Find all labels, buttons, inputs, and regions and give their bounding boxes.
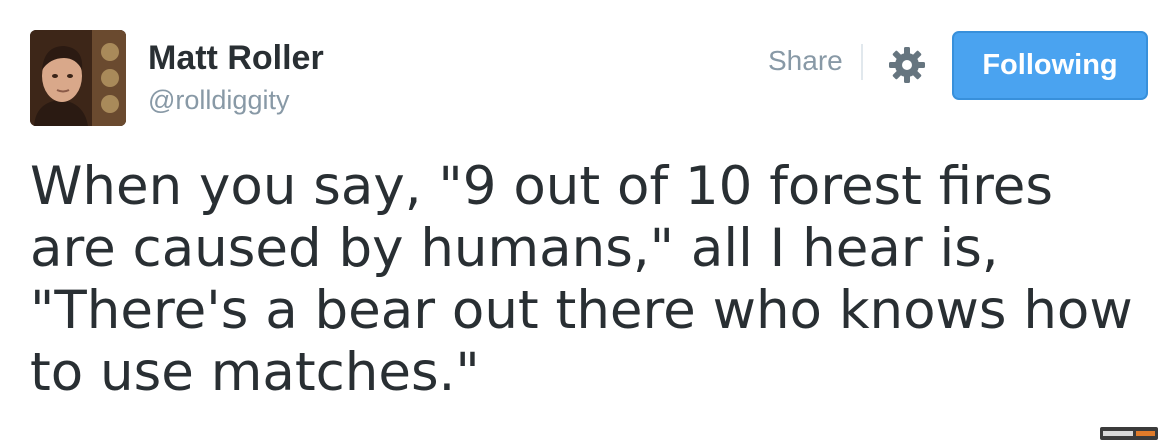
action-divider	[861, 44, 863, 80]
tweet-text: When you say, "9 out of 10 forest fires …	[30, 156, 1133, 403]
watermark-logo-icon	[1103, 431, 1155, 436]
profile-photo-icon	[30, 30, 126, 126]
settings-button[interactable]	[887, 45, 927, 85]
display-name[interactable]: Matt Roller	[148, 39, 324, 77]
avatar[interactable]	[30, 30, 126, 126]
user-handle[interactable]: @rolldiggity	[148, 85, 289, 116]
gear-icon	[889, 47, 925, 83]
following-button[interactable]: Following	[952, 31, 1148, 100]
watermark-logo	[1100, 427, 1158, 440]
share-button[interactable]: Share	[768, 45, 843, 77]
